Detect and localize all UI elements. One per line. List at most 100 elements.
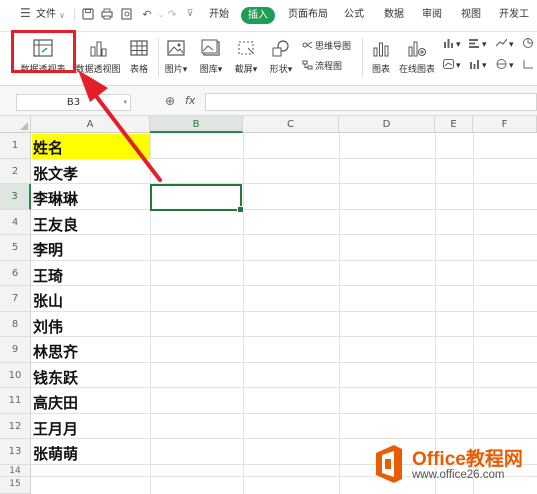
row-header-11[interactable]: 11 [0, 388, 31, 414]
table-button[interactable]: 表格 [126, 35, 152, 80]
table-row [31, 286, 537, 312]
name-box[interactable]: B3 ▾ [16, 94, 131, 111]
flowchart-icon [302, 60, 313, 70]
radar-chart-icon [496, 59, 507, 69]
sheet-grid[interactable]: A B C D E F 1 2 3 4 5 6 7 8 9 10 11 12 1… [0, 116, 537, 494]
formula-input[interactable] [205, 93, 537, 111]
tab-formulas[interactable]: 公式 [344, 8, 364, 22]
column-chart-dropdown[interactable]: ▾ [443, 38, 461, 51]
pivot-chart-icon [90, 41, 107, 57]
active-cell-b3[interactable] [150, 184, 244, 213]
tab-review[interactable]: 审阅 [422, 8, 442, 22]
menu-bar: ☰ 文件 ∨ ↶ ⌄ ↷ ⊽ 开始 插入 页面布局 公式 数据 审阅 视图 开发… [0, 0, 537, 32]
file-menu[interactable]: 文件 [36, 8, 56, 22]
cell-a8[interactable]: 刘伟 [33, 316, 63, 337]
screenshot-button[interactable]: 截屏▾ [230, 35, 262, 80]
zoom-formula-icon[interactable]: ⊕ [165, 94, 175, 108]
row-header-4[interactable]: 4 [0, 210, 31, 235]
bar-chart-dropdown[interactable]: ▾ [469, 38, 487, 51]
row-header-7[interactable]: 7 [0, 286, 31, 312]
print-icon[interactable] [101, 8, 113, 21]
cell-a5[interactable]: 李明 [33, 239, 63, 260]
row-header-15[interactable]: 15 [0, 477, 31, 494]
row-header-5[interactable]: 5 [0, 235, 31, 261]
radar-chart-dropdown[interactable]: ▾ [496, 59, 514, 72]
print-preview-icon[interactable] [121, 8, 133, 21]
chart-icon [373, 42, 389, 57]
column-header-e[interactable]: E [435, 116, 473, 133]
combo-chart-icon [523, 60, 533, 69]
row-header-3[interactable]: 3 [0, 184, 31, 210]
tab-home[interactable]: 开始 [209, 8, 229, 22]
cell-a6[interactable]: 王琦 [33, 265, 63, 286]
mindmap-icon [302, 41, 313, 49]
fx-icon[interactable]: fx [185, 94, 195, 107]
row-header-12[interactable]: 12 [0, 414, 31, 439]
line-chart-icon [496, 38, 507, 47]
chart-label: 图表 [371, 65, 390, 75]
chart-button[interactable]: 图表 [366, 35, 396, 80]
shapes-icon [272, 40, 289, 57]
gallery-label: 图库▾ [199, 65, 223, 75]
tab-insert[interactable]: 插入 [241, 7, 275, 24]
table-icon [130, 40, 148, 56]
pie-chart-icon [523, 38, 533, 48]
gallery-button[interactable]: 图库▾ [194, 35, 228, 80]
customize-toolbar-icon[interactable]: ⊽ [184, 8, 196, 21]
cell-a1[interactable]: 姓名 [33, 137, 63, 158]
select-all-corner[interactable] [0, 116, 31, 133]
table-row [31, 363, 537, 388]
tab-view[interactable]: 视图 [461, 8, 481, 22]
stock-chart-dropdown[interactable]: ▾ [469, 59, 487, 72]
chevron-down-icon[interactable]: ▾ [123, 95, 127, 110]
cell-a9[interactable]: 林思齐 [33, 341, 78, 362]
cell-a10[interactable]: 钱东跃 [33, 367, 78, 388]
chevron-down-icon[interactable]: ∨ [59, 9, 65, 23]
mindmap-button[interactable]: 思维导图 [302, 40, 351, 53]
column-header-a[interactable]: A [31, 116, 150, 133]
table-label: 表格 [129, 65, 148, 75]
area-chart-dropdown[interactable]: ▾ [443, 59, 461, 72]
tab-data[interactable]: 数据 [384, 8, 404, 22]
ribbon-insert: 数据透视表 数据透视图 表格 图片▾ 图库▾ 截屏▾ 形状▾ 思维导图 流程图 … [0, 32, 537, 86]
row-header-13[interactable]: 13 [0, 439, 31, 465]
cell-a13[interactable]: 张萌萌 [33, 443, 78, 464]
pivot-chart-button[interactable]: 数据透视图 [72, 35, 124, 80]
row-header-14[interactable]: 14 [0, 465, 31, 477]
row-header-10[interactable]: 10 [0, 363, 31, 388]
picture-button[interactable]: 图片▾ [160, 35, 192, 80]
more-chart-dropdown[interactable] [523, 59, 536, 72]
table-row [31, 210, 537, 235]
column-header-b[interactable]: B [150, 116, 243, 133]
column-header-d[interactable]: D [339, 116, 435, 133]
column-chart-icon [444, 39, 453, 48]
flowchart-button[interactable]: 流程图 [302, 60, 342, 73]
pie-chart-dropdown[interactable] [523, 38, 536, 51]
row-header-6[interactable]: 6 [0, 261, 31, 286]
cell-a2[interactable]: 张文孝 [33, 163, 78, 184]
undo-icon[interactable]: ↶ [141, 8, 153, 21]
save-icon[interactable] [82, 8, 94, 21]
column-header-f[interactable]: F [473, 116, 537, 133]
table-row [31, 235, 537, 261]
line-chart-dropdown[interactable]: ▾ [496, 38, 514, 51]
cell-a3[interactable]: 李琳琳 [33, 188, 78, 209]
cell-a7[interactable]: 张山 [33, 290, 63, 311]
shapes-button[interactable]: 形状▾ [264, 35, 298, 80]
cell-a11[interactable]: 高庆田 [33, 392, 78, 413]
row-header-1[interactable]: 1 [0, 133, 31, 159]
online-chart-button[interactable]: 在线图表 [396, 35, 438, 80]
hamburger-menu-icon[interactable]: ☰ [20, 6, 31, 20]
cell-a4[interactable]: 王友良 [33, 214, 78, 235]
redo-icon[interactable]: ↷ [166, 8, 178, 21]
column-header-c[interactable]: C [243, 116, 339, 133]
table-row [31, 312, 537, 337]
tab-page-layout[interactable]: 页面布局 [288, 8, 328, 22]
row-header-2[interactable]: 2 [0, 159, 31, 184]
watermark: Office教程网 www.office26.com [368, 441, 537, 491]
row-header-9[interactable]: 9 [0, 337, 31, 363]
cell-a12[interactable]: 王月月 [33, 418, 78, 439]
row-header-8[interactable]: 8 [0, 312, 31, 337]
tab-developer[interactable]: 开发工 [499, 8, 529, 22]
online-chart-label: 在线图表 [398, 65, 435, 75]
